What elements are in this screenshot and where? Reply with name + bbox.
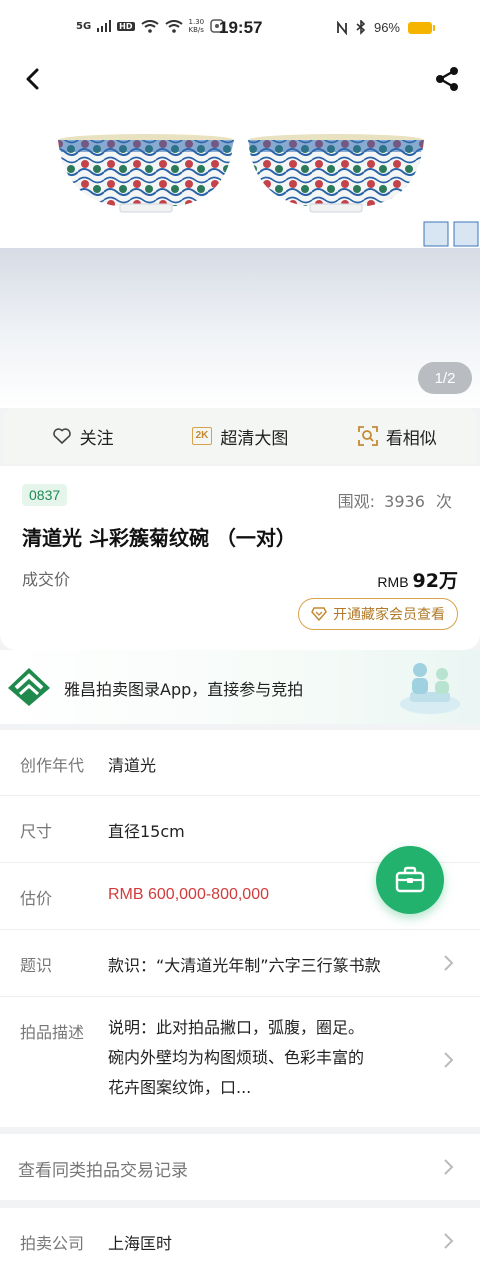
- hd-badge: 2K: [191, 427, 213, 445]
- wifi-icon-2: [164, 19, 183, 33]
- share-icon[interactable]: [432, 64, 462, 94]
- similar-records-label: 查看同类拍品交易记录: [18, 1161, 188, 1181]
- deal-price-value: 92万: [412, 570, 458, 592]
- hd-indicator: HD: [117, 21, 135, 31]
- chevron-right-icon: [444, 955, 454, 971]
- status-bar: 5G HD 1.30 KB/s 19:57 96%: [0, 0, 480, 56]
- network-indicator: 5G: [76, 20, 92, 32]
- detail-value: 清道光: [108, 756, 157, 775]
- lot-image-gallery[interactable]: 1/2: [0, 56, 480, 408]
- chevron-right-icon: [444, 1159, 454, 1175]
- wifi-icon: [140, 19, 159, 33]
- status-icons-left: 5G HD 1.30 KB/s: [76, 18, 224, 34]
- lot-photo: [58, 134, 479, 247]
- vip-membership-button[interactable]: 开通藏家会员查看: [298, 598, 458, 630]
- briefcase-icon: [395, 866, 425, 893]
- detail-key: 创作年代: [20, 756, 85, 775]
- views-unit: 次: [435, 492, 452, 511]
- description-line: 花卉图案纹饰，口...: [108, 1078, 252, 1097]
- detail-value: 直径15cm: [108, 822, 185, 841]
- nfc-icon: [337, 20, 347, 35]
- detail-key: 尺寸: [20, 822, 53, 841]
- description-value: 说明：此对拍品撇口，弧腹，圈足。 碗内外壁均为构图烦琐、色彩丰富的 花卉图案纹饰…: [108, 1013, 428, 1103]
- briefcase-fab-button[interactable]: [376, 846, 444, 914]
- hd-image-label: 超清大图: [220, 428, 289, 449]
- company-key: 拍卖公司: [20, 1234, 85, 1253]
- app-promo-banner[interactable]: 雅昌拍卖图录App，直接参与竞拍: [0, 650, 480, 724]
- views-count: 3936: [384, 492, 425, 511]
- hd-image-button[interactable]: 2K 超清大图: [161, 424, 318, 449]
- detail-row-description[interactable]: 拍品描述 说明：此对拍品撇口，弧腹，圈足。 碗内外壁均为构图烦琐、色彩丰富的 花…: [0, 997, 480, 1127]
- net-speed-value: 1.30: [188, 18, 205, 26]
- company-value: 上海匡时: [108, 1234, 173, 1253]
- diamond-icon: [311, 607, 327, 621]
- similar-label: 看相似: [385, 428, 437, 449]
- promo-text: 雅昌拍卖图录App，直接参与竞拍: [64, 680, 304, 699]
- signal-icon: [97, 20, 112, 32]
- description-line: 碗内外壁均为构图烦琐、色彩丰富的: [108, 1048, 365, 1067]
- back-arrow-icon[interactable]: [18, 64, 48, 94]
- scan-search-icon: [357, 426, 378, 446]
- detail-key: 题识: [20, 956, 53, 975]
- page-indicator: 1/2: [418, 362, 472, 394]
- deal-price: RMB 92万: [377, 566, 458, 593]
- detail-row-era: 创作年代 清道光: [0, 730, 480, 796]
- detail-key: 估价: [20, 889, 53, 908]
- clock: 19:57: [219, 18, 263, 37]
- detail-value: 款识：“大清道光年制”六字三行篆书款: [108, 956, 381, 975]
- auction-company-row[interactable]: 拍卖公司 上海匡时: [0, 1208, 480, 1276]
- heart-icon: [52, 428, 71, 444]
- lot-number: 0837: [22, 484, 68, 506]
- deal-currency: RMB: [377, 574, 409, 590]
- similar-records-link[interactable]: 查看同类拍品交易记录: [0, 1134, 480, 1200]
- follow-label: 关注: [79, 428, 114, 449]
- description-line: 说明：此对拍品撇口，弧腹，圈足。: [108, 1018, 365, 1037]
- similar-button[interactable]: 看相似: [319, 424, 476, 449]
- bluetooth-icon: [356, 20, 366, 35]
- lot-title: 清道光 斗彩簇菊纹碗 （一对）: [22, 526, 296, 550]
- detail-row-inscription[interactable]: 题识 款识：“大清道光年制”六字三行篆书款: [0, 930, 480, 997]
- battery-icon: [408, 21, 435, 34]
- action-bar: 关注 2K 超清大图 看相似: [4, 408, 476, 464]
- views-label: 围观:: [337, 492, 376, 511]
- view-count: 围观: 3936 次: [338, 488, 452, 512]
- lot-info-card: 0837 围观: 3936 次 清道光 斗彩簇菊纹碗 （一对） 成交价 RMB 9…: [0, 466, 480, 650]
- chevron-right-icon: [444, 1052, 454, 1068]
- status-icons-right: 96%: [336, 20, 435, 35]
- battery-percent: 96%: [373, 20, 400, 35]
- follow-button[interactable]: 关注: [4, 424, 161, 449]
- auction-illustration-icon: [400, 663, 460, 714]
- net-speed-unit: KB/s: [188, 26, 204, 34]
- chevron-right-icon: [444, 1233, 454, 1249]
- net-speed: 1.30 KB/s: [189, 18, 205, 34]
- lot-details-list: 创作年代 清道光 尺寸 直径15cm 估价 RMB 600,000-800,00…: [0, 730, 480, 1127]
- image-fade: [0, 248, 480, 408]
- artron-logo-icon: [8, 668, 50, 706]
- deal-price-label: 成交价: [22, 570, 71, 589]
- estimate-value: RMB 600,000-800,000: [108, 886, 269, 903]
- vip-button-label: 开通藏家会员查看: [333, 607, 445, 623]
- detail-key: 拍品描述: [20, 1023, 85, 1042]
